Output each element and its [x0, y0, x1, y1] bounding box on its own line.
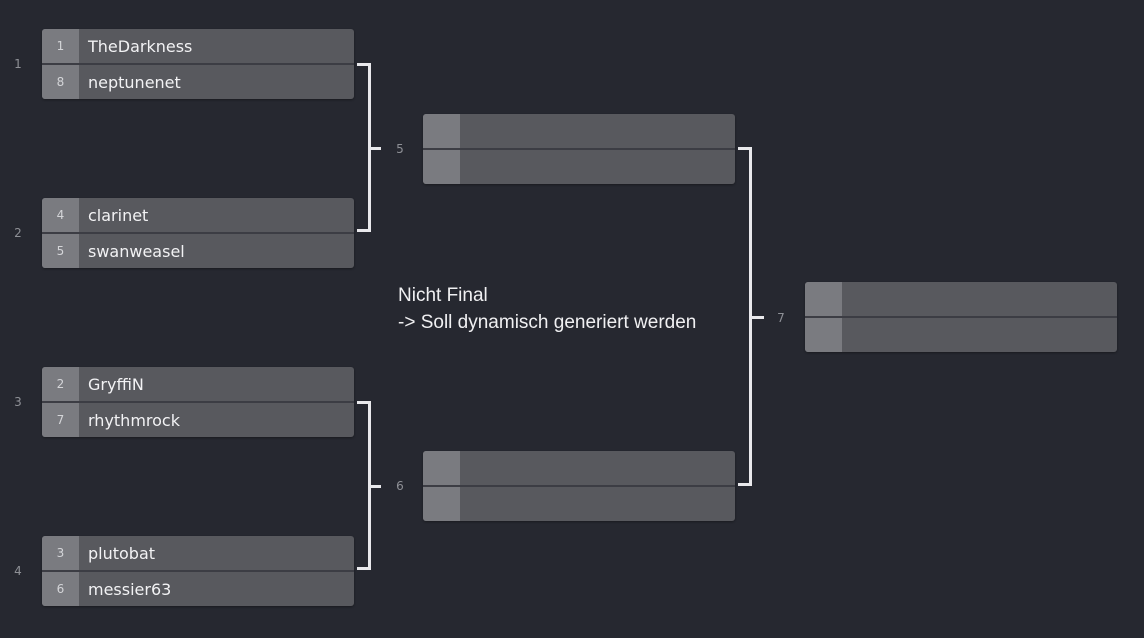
- bracket-connector-stub: [752, 316, 764, 319]
- match-slot[interactable]: 1 TheDarkness: [42, 29, 354, 65]
- team-name: [460, 150, 735, 184]
- seed-number: [423, 150, 460, 184]
- seed-number: 7: [42, 403, 79, 437]
- seed-number: [423, 114, 460, 148]
- match-slot[interactable]: [423, 451, 735, 487]
- match-slot[interactable]: [423, 114, 735, 150]
- match-slot[interactable]: 3 plutobat: [42, 536, 354, 572]
- bracket-connector: [357, 63, 371, 232]
- seed-number: 1: [42, 29, 79, 63]
- match-slot[interactable]: 2 GryffiN: [42, 367, 354, 403]
- team-name: [460, 451, 735, 485]
- team-name: [460, 114, 735, 148]
- bracket-connector-stub: [371, 147, 381, 150]
- bracket-connector: [357, 401, 371, 570]
- seed-number: 2: [42, 367, 79, 401]
- team-name: plutobat: [88, 543, 156, 563]
- team-name: neptunenet: [88, 72, 181, 92]
- team-name: messier63: [88, 579, 172, 599]
- seed-number: 4: [42, 198, 79, 232]
- bracket-connector-stub: [371, 485, 381, 488]
- match-number: 1: [14, 57, 22, 71]
- match-slot[interactable]: 6 messier63: [42, 572, 354, 606]
- seed-number: 8: [42, 65, 79, 99]
- match-number: 2: [14, 226, 22, 240]
- bracket-connector: [738, 147, 752, 486]
- seed-number: 3: [42, 536, 79, 570]
- match-number: 4: [14, 564, 22, 578]
- match-number: 3: [14, 395, 22, 409]
- match-6[interactable]: [423, 451, 735, 521]
- team-name: [842, 282, 1117, 316]
- match-slot[interactable]: [805, 282, 1117, 318]
- team-name: GryffiN: [88, 374, 144, 394]
- match-4[interactable]: 3 plutobat 6 messier63: [42, 536, 354, 606]
- annotation-line: -> Soll dynamisch generiert werden: [398, 312, 697, 333]
- match-number: 5: [396, 142, 404, 156]
- match-slot[interactable]: 5 swanweasel: [42, 234, 354, 268]
- team-name: clarinet: [88, 205, 149, 225]
- match-slot[interactable]: 4 clarinet: [42, 198, 354, 234]
- seed-number: [805, 318, 842, 352]
- match-3[interactable]: 2 GryffiN 7 rhythmrock: [42, 367, 354, 437]
- match-slot[interactable]: [423, 487, 735, 521]
- team-name: TheDarkness: [88, 36, 193, 56]
- match-number: 7: [777, 311, 785, 325]
- match-5[interactable]: [423, 114, 735, 184]
- annotation-line: Nicht Final: [398, 285, 488, 306]
- match-2[interactable]: 4 clarinet 5 swanweasel: [42, 198, 354, 268]
- seed-number: [423, 487, 460, 521]
- match-slot[interactable]: [805, 318, 1117, 352]
- match-7[interactable]: [805, 282, 1117, 352]
- annotation-note: Nicht Final -> Soll dynamisch generiert …: [398, 282, 696, 336]
- match-slot[interactable]: 8 neptunenet: [42, 65, 354, 99]
- team-name: [460, 487, 735, 521]
- match-1[interactable]: 1 TheDarkness 8 neptunenet: [42, 29, 354, 99]
- match-number: 6: [396, 479, 404, 493]
- match-slot[interactable]: 7 rhythmrock: [42, 403, 354, 437]
- match-slot[interactable]: [423, 150, 735, 184]
- seed-number: 6: [42, 572, 79, 606]
- seed-number: [805, 282, 842, 316]
- team-name: [842, 318, 1117, 352]
- seed-number: 5: [42, 234, 79, 268]
- seed-number: [423, 451, 460, 485]
- team-name: swanweasel: [88, 241, 185, 261]
- team-name: rhythmrock: [88, 410, 180, 430]
